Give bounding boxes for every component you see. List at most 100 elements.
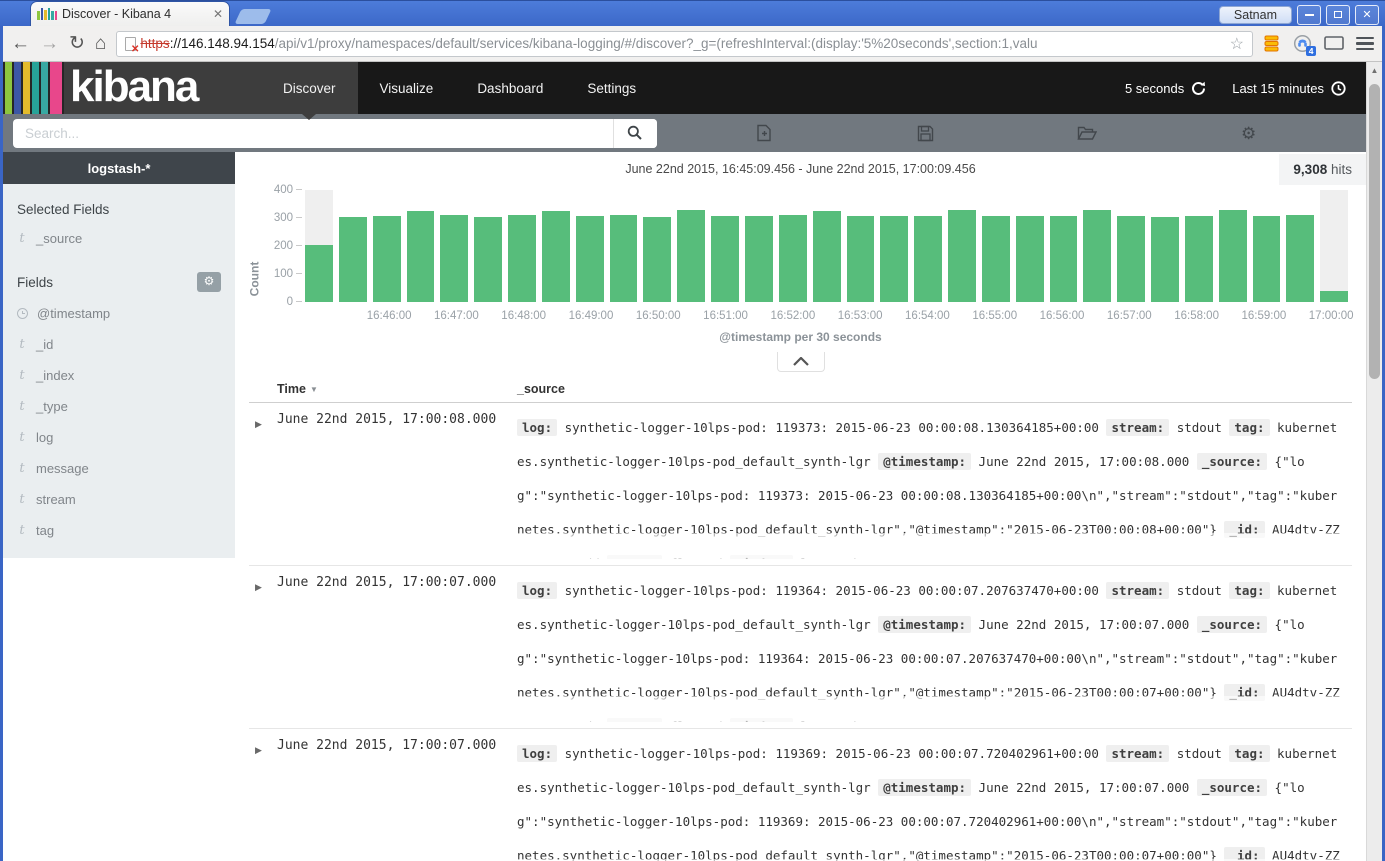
source-field-key: _type: [607,555,662,559]
histogram-bar[interactable] [440,190,468,302]
histogram-bar[interactable] [1286,190,1314,302]
field-settings-gear-icon[interactable]: ⚙ [197,272,221,292]
histogram-bar[interactable] [1185,190,1213,302]
histogram-bar[interactable] [1016,190,1044,302]
url-host: ://146.148.94.154 [170,36,275,51]
histogram-bar[interactable] [711,190,739,302]
scrollbar-thumb[interactable] [1369,84,1380,379]
bar-fill [880,216,908,302]
forward-icon[interactable]: → [40,34,59,53]
kibana-top-nav: kibana DiscoverVisualizeDashboardSetting… [3,62,1366,114]
reload-icon[interactable]: ↻ [69,34,85,53]
field-item-log[interactable]: tlog [3,422,235,453]
histogram-bar[interactable] [610,190,638,302]
browser-tab[interactable]: Discover - Kibana 4 ✕ [30,1,230,26]
histogram-bar[interactable] [474,190,502,302]
field-item-_source[interactable]: t_source [3,223,235,254]
histogram-bar[interactable] [1253,190,1281,302]
histogram-bar[interactable] [1320,190,1348,302]
page-scrollbar[interactable]: ▲ ▼ [1366,62,1382,861]
histogram-bar[interactable] [576,190,604,302]
field-item-stream[interactable]: tstream [3,484,235,515]
field-item-_id[interactable]: t_id [3,329,235,360]
close-button[interactable]: ✕ [1355,5,1379,25]
histogram-bar[interactable] [745,190,773,302]
browser-user-button[interactable]: Satnam [1219,6,1292,24]
histogram-chart: June 22nd 2015, 16:45:09.456 - June 22nd… [235,154,1366,344]
time-range-control[interactable]: Last 15 minutes [1232,81,1346,96]
histogram-bar[interactable] [1050,190,1078,302]
bar-fill [847,216,875,302]
source-field-key: _source: [1197,616,1267,633]
menu-icon[interactable] [1356,37,1374,51]
y-tick-label: 400 [274,184,293,196]
histogram-bar[interactable] [542,190,570,302]
histogram-bar[interactable] [339,190,367,302]
histogram-bar[interactable] [1219,190,1247,302]
field-item-tag[interactable]: ttag [3,515,235,546]
time-column-header[interactable]: Time ▼ [277,382,517,396]
source-field-key: _index: [730,555,793,559]
histogram-bar[interactable] [948,190,976,302]
nav-item-discover[interactable]: Discover [261,62,358,114]
expand-arrow-icon[interactable]: ▶ [255,745,262,755]
minimize-button[interactable] [1297,5,1321,25]
hangouts-phone-icon[interactable]: 4 [1293,34,1312,53]
maximize-button[interactable] [1326,5,1350,25]
histogram-bar[interactable] [847,190,875,302]
histogram-bar[interactable] [779,190,807,302]
expand-arrow-icon[interactable]: ▶ [255,419,262,429]
field-item-message[interactable]: tmessage [3,453,235,484]
collapse-histogram-button[interactable] [777,352,825,372]
source-column-header[interactable]: _source [517,382,565,396]
histogram-bar[interactable] [305,190,333,302]
histogram-bar[interactable] [982,190,1010,302]
open-folder-icon[interactable] [1077,125,1097,141]
histogram-bar[interactable] [1117,190,1145,302]
histogram-bar[interactable] [813,190,841,302]
y-tick-label: 100 [274,268,293,280]
bar-fill [1117,216,1145,302]
x-tick-label: 16:58:00 [1174,310,1219,322]
nav-item-dashboard[interactable]: Dashboard [455,62,565,114]
index-pattern-selector[interactable]: logstash-* [3,152,235,184]
histogram-bar[interactable] [1083,190,1111,302]
settings-gear-icon[interactable]: ⚙ [1241,125,1256,142]
new-tab-button[interactable] [235,9,272,24]
field-item-_index[interactable]: t_index [3,360,235,391]
new-search-icon[interactable] [756,124,773,142]
search-input[interactable] [13,126,613,141]
save-icon[interactable] [917,125,934,142]
nav-item-visualize[interactable]: Visualize [358,62,456,114]
histogram-bar[interactable] [407,190,435,302]
histogram-bar[interactable] [677,190,705,302]
expand-arrow-icon[interactable]: ▶ [255,582,262,592]
bar-fill [745,216,773,302]
source-field-key: _id: [1224,684,1264,701]
bookmark-star-icon[interactable]: ☆ [1230,34,1244,54]
home-icon[interactable]: ⌂ [95,34,106,53]
histogram-bar[interactable] [643,190,671,302]
expand-row-cell: ▶ [249,574,277,722]
histogram-bar[interactable] [1151,190,1179,302]
back-icon[interactable]: ← [11,34,30,53]
y-axis-label: Count [247,262,261,297]
refresh-interval-control[interactable]: 5 seconds [1125,81,1206,96]
url-bar[interactable]: https://146.148.94.154/api/v1/proxy/name… [116,31,1253,57]
extension-icon[interactable] [1263,35,1281,52]
histogram-bar[interactable] [914,190,942,302]
histogram-bar[interactable] [508,190,536,302]
scrollbar-up-arrow[interactable]: ▲ [1367,62,1382,75]
cast-icon[interactable] [1324,36,1344,51]
histogram-bar[interactable] [373,190,401,302]
kibana-logo[interactable]: kibana [3,62,261,114]
tab-close-icon[interactable]: ✕ [213,7,223,21]
histogram-bar[interactable] [880,190,908,302]
field-item-@timestamp[interactable]: @timestamp [3,298,235,329]
row-time: June 22nd 2015, 17:00:08.000 [277,411,517,559]
logo-stripe [32,62,39,114]
field-item-_type[interactable]: t_type [3,391,235,422]
search-icon[interactable] [613,119,657,148]
nav-item-settings[interactable]: Settings [565,62,658,114]
bar-fill [1320,291,1348,302]
